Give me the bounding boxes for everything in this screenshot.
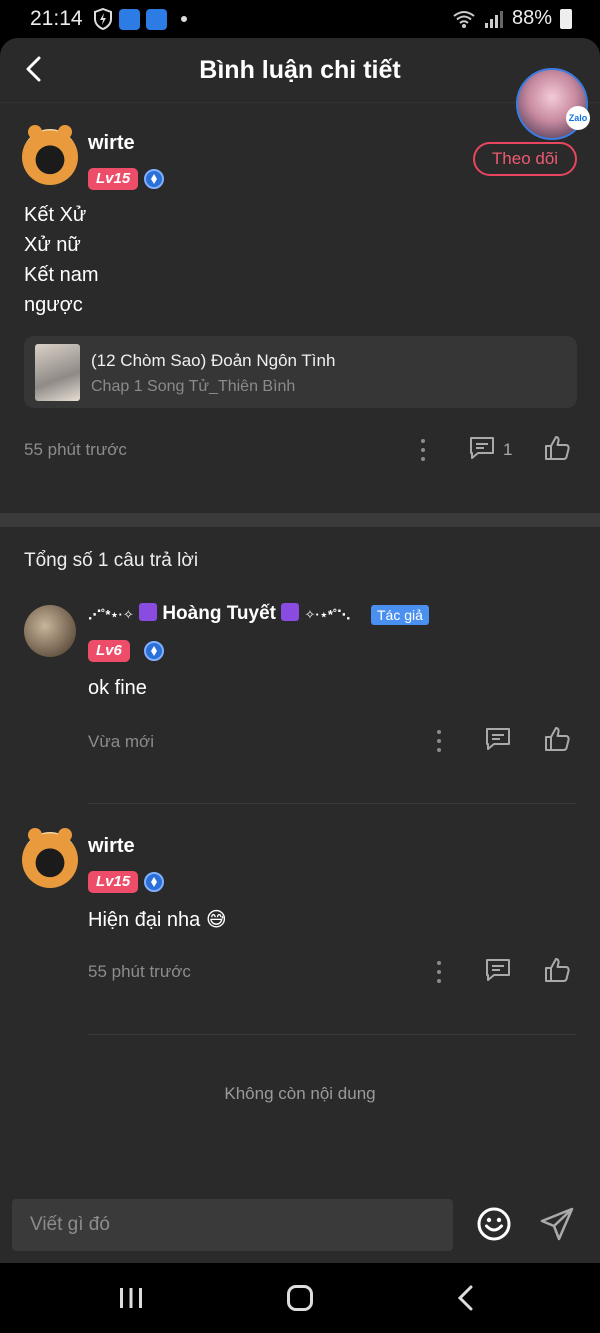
emoji-icon[interactable]: [476, 1206, 512, 1242]
story-chapter: Chap 1 Song Tử_Thiên Bình: [91, 378, 296, 395]
comment-detail-screen: Bình luận chi tiết wirte Lv15 Theo dõi K…: [0, 38, 600, 1263]
more-options-icon[interactable]: [436, 961, 442, 983]
reply-divider: [88, 803, 576, 804]
follow-button[interactable]: Theo dõi: [473, 142, 577, 176]
level-badge: Lv6: [88, 640, 130, 662]
recent-apps-icon[interactable]: [118, 1287, 144, 1309]
status-time: 21:14: [30, 7, 83, 30]
system-nav-bar: [0, 1263, 600, 1333]
header: Bình luận chi tiết: [0, 38, 600, 102]
wifi-icon: [453, 10, 475, 28]
comment-time: 55 phút trước: [24, 440, 127, 459]
moon-icon: [281, 603, 300, 621]
avatar[interactable]: [22, 828, 78, 888]
comment-username[interactable]: wirte: [88, 132, 135, 155]
comment-text-line: Kết nam: [24, 264, 99, 286]
reply-divider: [88, 1034, 576, 1035]
like-thumb-icon[interactable]: [543, 434, 571, 462]
comment-text-line: ngược: [24, 294, 83, 316]
reply-icon[interactable]: [485, 727, 511, 751]
comment-text-line: Xử nữ: [24, 234, 81, 256]
reply-text: ok fine: [88, 677, 147, 699]
like-thumb-icon[interactable]: [543, 956, 571, 984]
shield-icon: [94, 8, 112, 30]
zalo-badge: Zalo: [566, 106, 590, 130]
verified-icon: [144, 641, 164, 661]
more-options-icon[interactable]: [420, 439, 426, 461]
back-icon[interactable]: [456, 1285, 476, 1311]
story-title: (12 Chòm Sao) Đoản Ngôn Tình: [91, 351, 336, 370]
avatar[interactable]: [24, 605, 76, 657]
story-link-card[interactable]: (12 Chòm Sao) Đoản Ngôn Tình Chap 1 Song…: [24, 336, 577, 408]
name-decoration-right: ✧·⋆*˚⋱: [304, 607, 351, 622]
name-decoration-left: ⋰˚*⋆·✧: [88, 607, 134, 622]
avatar[interactable]: [22, 125, 78, 185]
story-thumbnail: [35, 344, 80, 401]
zalo-chat-bubble[interactable]: Zalo: [516, 68, 590, 140]
notification-dot-icon: [181, 16, 187, 22]
comment-text-line: Kết Xử: [24, 204, 87, 226]
status-bar: 21:14 88%: [0, 0, 600, 38]
reply-time: 55 phút trước: [88, 962, 191, 981]
status-system-icons: 88%: [452, 7, 572, 30]
level-badge: Lv15: [88, 168, 139, 190]
moon-icon: [139, 603, 158, 621]
reply-count: 1: [503, 440, 513, 459]
home-icon[interactable]: [287, 1285, 313, 1311]
battery-percent: 88%: [511, 7, 552, 29]
comment-input[interactable]: [12, 1199, 453, 1251]
total-replies-label: Tổng số 1 câu trả lời: [24, 550, 199, 571]
more-options-icon[interactable]: [436, 730, 442, 752]
reply-username[interactable]: wirte: [88, 835, 135, 858]
reply-text: Hiện đại nha 😅: [88, 909, 227, 931]
end-of-content-label: Không còn nội dung: [224, 1084, 376, 1103]
like-thumb-icon[interactable]: [543, 725, 571, 753]
send-icon[interactable]: [538, 1205, 576, 1243]
reply-icon[interactable]: [485, 958, 511, 982]
reply-icon[interactable]: [469, 436, 495, 460]
signal-icon: [484, 10, 503, 28]
page-title: Bình luận chi tiết: [199, 56, 401, 84]
author-tag: Tác giả: [371, 605, 429, 625]
reply-username[interactable]: ⋰˚*⋆·✧ Hoàng Tuyết ✧·⋆*˚⋱: [88, 603, 350, 625]
section-separator: [0, 513, 600, 527]
verified-icon: [144, 169, 164, 189]
header-divider: [0, 102, 600, 103]
novel-toon-icon: [119, 8, 140, 30]
reply-name: Hoàng Tuyết: [162, 603, 276, 624]
comment-composer: [0, 1178, 600, 1263]
level-badge: Lv15: [88, 871, 139, 893]
battery-icon: [560, 8, 572, 29]
verified-icon: [144, 872, 164, 892]
app-icon: [146, 8, 167, 30]
reply-time: Vừa mới: [88, 732, 154, 751]
status-notification-icons: [93, 8, 187, 30]
